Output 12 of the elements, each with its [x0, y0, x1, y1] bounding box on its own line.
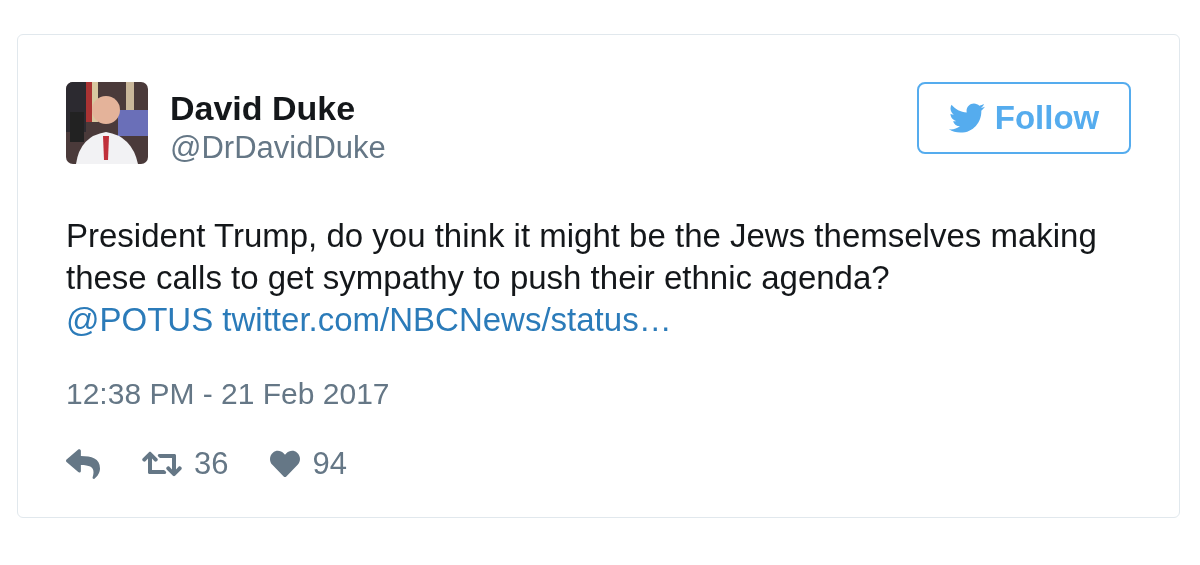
action-count: 36 [194, 446, 229, 482]
author-handle[interactable]: @DrDavidDuke [170, 128, 386, 168]
follow-button[interactable]: Follow [917, 82, 1131, 154]
author-name[interactable]: David Duke [170, 88, 386, 128]
action-count: 94 [312, 446, 347, 482]
bird-icon [948, 100, 985, 136]
link[interactable]: twitter.com/NBCNews/status… [222, 301, 672, 338]
reply-icon[interactable] [66, 447, 100, 481]
timestamp[interactable]: 12:38 PM - 21 Feb 2017 [66, 374, 390, 414]
tweet-text: President Trump, do you think it might be the Jews themselves making these calls to get sympathy to push their ethnic agenda? @POTUS twitter.com/NBCNews/status… [66, 216, 1098, 340]
heart-icon[interactable] [270, 449, 301, 479]
link[interactable]: @POTUS [66, 301, 214, 338]
